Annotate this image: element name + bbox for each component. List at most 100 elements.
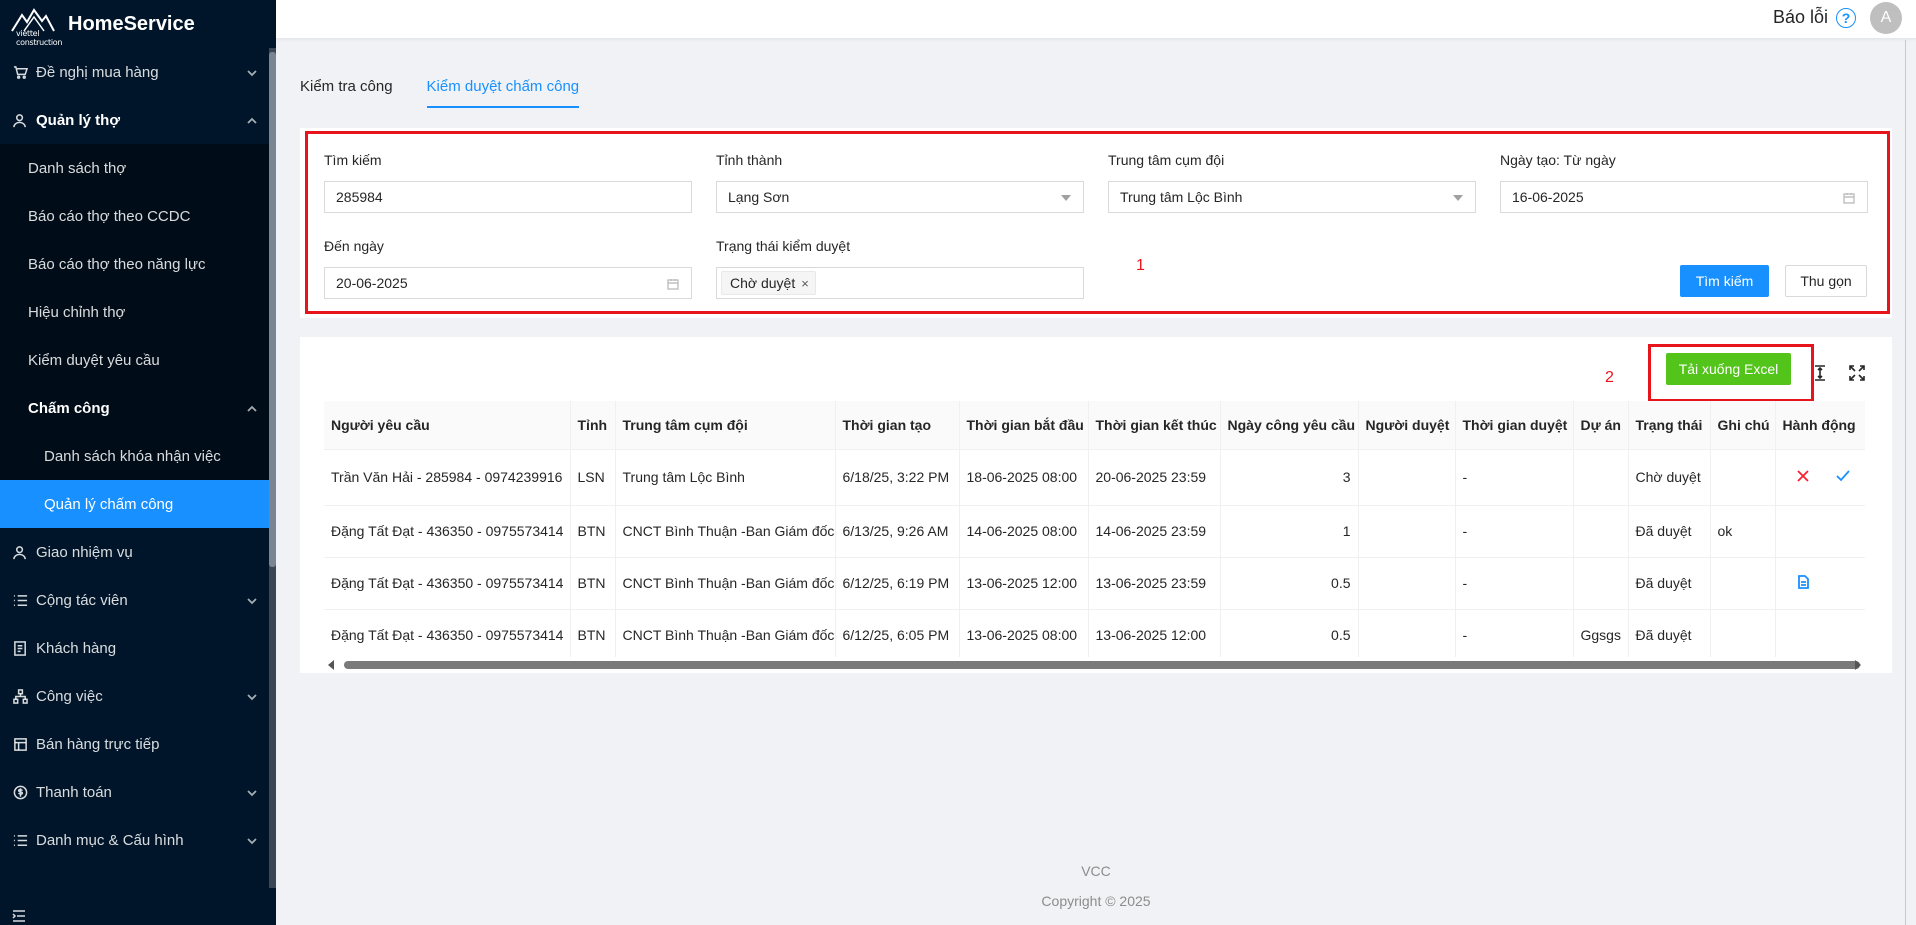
sidebar-item-customers[interactable]: Khách hàng [0,624,276,672]
cell-province: LSN [570,449,616,506]
tab-review-timekeeping[interactable]: Kiểm duyệt chấm công [426,60,579,110]
table-horizontal-scrollbar[interactable] [324,657,1865,671]
column-header[interactable]: Thời gian duyệt [1455,401,1574,450]
column-header[interactable]: Ngày công yêu cầu [1220,401,1359,450]
caret-down-icon [1453,195,1463,201]
sidebar-item-label: Giao nhiệm vụ [36,543,133,561]
from-date-picker[interactable]: 16-06-2025 [1500,181,1868,213]
sidebar-item-label: Cộng tác viên [36,591,128,609]
cart-icon [12,64,28,80]
sidebar-item-label: Khách hàng [36,639,117,657]
table-row[interactable]: Đặng Tất Đạt - 436350 - 0975573414 BTN C… [324,609,1865,657]
cell-created: 6/12/25, 6:05 PM [835,609,960,657]
column-header[interactable]: Ghi chú [1710,401,1776,450]
sidebar-item-label: Danh sách khóa nhận việc [44,447,221,465]
column-height-icon[interactable] [1812,365,1828,381]
sidebar-scrollbar-thumb[interactable] [269,52,276,567]
province-label: Tỉnh thành [716,152,783,168]
sidebar-item-direct-sales[interactable]: Bán hàng trực tiếp [0,720,276,768]
app-logo[interactable]: viettel construction HomeService [0,0,276,48]
worker-submenu: Danh sách thợ Báo cáo thợ theo CCDC Báo … [0,144,276,528]
status-multiselect[interactable]: Chờ duyệt × [716,267,1084,299]
column-header[interactable]: Thời gian kết thúc [1088,401,1221,450]
sidebar-item-jobs[interactable]: Công việc [0,672,276,720]
column-header[interactable]: Trạng thái [1628,401,1711,450]
column-header[interactable]: Thời gian bắt đầu [959,401,1089,450]
province-select[interactable]: Lạng Sơn [716,181,1084,213]
sidebar-item-collaborators[interactable]: Cộng tác viên [0,576,276,624]
user-icon [12,544,28,560]
cell-project: Ggsgs [1573,609,1629,657]
center-value: Trung tâm Lộc Bình [1120,189,1243,205]
chevron-up-icon [246,114,258,126]
sidebar-item-timekeeping-management[interactable]: Quản lý chấm công [0,480,276,528]
menu-fold-icon[interactable] [12,907,26,922]
cell-note [1710,609,1776,657]
cell-project [1573,505,1629,558]
scroll-left-icon[interactable] [328,660,334,670]
sidebar-item-worker-list[interactable]: Danh sách thợ [0,144,276,192]
chevron-down-icon [246,786,258,798]
keyword-input[interactable]: 285984 [324,181,692,213]
column-header[interactable]: Hành động [1775,401,1865,450]
cell-start: 14-06-2025 08:00 [959,505,1089,558]
collapse-button[interactable]: Thu gọn [1785,265,1867,297]
cell-approved-at: - [1455,505,1574,558]
table-row[interactable]: Trần Văn Hải - 285984 - 0974239916 LSN T… [324,449,1865,506]
close-icon[interactable]: × [801,276,809,291]
column-header[interactable]: Người duyệt [1358,401,1456,450]
sidebar-item-worker-adjust[interactable]: Hiệu chỉnh thợ [0,288,276,336]
center-label: Trung tâm cụm đội [1108,152,1225,168]
cell-status: Chờ duyệt [1628,449,1711,506]
sidebar-item-label: Báo cáo thợ theo năng lực [28,255,206,273]
province-value: Lạng Sơn [728,189,790,205]
table-row[interactable]: Đặng Tất Đạt - 436350 - 0975573414 BTN C… [324,557,1865,610]
sidebar-item-lock-list[interactable]: Danh sách khóa nhận việc [0,432,276,480]
center-select[interactable]: Trung tâm Lộc Bình [1108,181,1476,213]
to-date-picker[interactable]: 20-06-2025 [324,267,692,299]
approve-icon[interactable] [1835,468,1851,484]
sidebar-item-assign-task[interactable]: Giao nhiệm vụ [0,528,276,576]
chevron-down-icon [246,834,258,846]
cell-start: 18-06-2025 08:00 [959,449,1089,506]
avatar[interactable]: A [1870,2,1902,34]
province-field: Tỉnh thành Lạng Sơn [716,152,1084,213]
cell-actions [1775,557,1865,610]
to-date-label: Đến ngày [324,238,384,254]
sidebar-item-worker-report-ccdc[interactable]: Báo cáo thợ theo CCDC [0,192,276,240]
scroll-right-icon[interactable] [1855,660,1861,670]
scrollbar-thumb[interactable] [344,661,1860,669]
center-field: Trung tâm cụm đội Trung tâm Lộc Bình [1108,152,1476,213]
column-header[interactable]: Người yêu cầu [324,401,571,450]
tab-check-work[interactable]: Kiểm tra công [300,60,393,110]
fullscreen-icon[interactable] [1849,365,1865,381]
sidebar-item-purchase-request[interactable]: Đề nghị mua hàng [0,48,276,96]
cell-requester: Đặng Tất Đạt - 436350 - 0975573414 [324,609,571,657]
tab-bar: Kiểm tra công Kiểm duyệt chấm công [300,60,613,110]
cell-requester: Đặng Tất Đạt - 436350 - 0975573414 [324,505,571,558]
sidebar-item-request-review[interactable]: Kiểm duyệt yêu cầu [0,336,276,384]
sidebar-item-label: Hiệu chỉnh thợ [28,303,126,321]
sidebar-item-label: Chấm công [28,399,110,417]
sidebar-item-label: Báo cáo thợ theo CCDC [28,207,191,225]
report-bug-link[interactable]: Báo lỗi ? [1773,7,1856,28]
help-icon[interactable]: ? [1836,7,1856,28]
reject-icon[interactable] [1795,468,1811,484]
search-button[interactable]: Tìm kiếm [1680,265,1769,297]
sidebar-item-payment[interactable]: Thanh toán [0,768,276,816]
column-header[interactable]: Thời gian tạo [835,401,960,450]
annotation-marker-2: 2 [1605,369,1614,386]
sidebar-item-worker-report-capability[interactable]: Báo cáo thợ theo năng lực [0,240,276,288]
sidebar-item-worker-management[interactable]: Quản lý thợ [0,96,276,144]
sidebar-item-timekeeping[interactable]: Chấm công [0,384,276,432]
sidebar-item-catalog-config[interactable]: Danh mục & Cấu hình [0,816,276,864]
column-header[interactable]: Dự án [1573,401,1629,450]
file-icon[interactable] [1795,574,1811,590]
keyword-label: Tìm kiếm [324,152,382,168]
shop-icon [12,736,28,752]
table-row[interactable]: Đặng Tất Đạt - 436350 - 0975573414 BTN C… [324,505,1865,558]
from-date-label: Ngày tạo: Từ ngày [1500,152,1616,168]
column-header[interactable]: Tỉnh [570,401,616,450]
calendar-icon [667,277,679,290]
column-header[interactable]: Trung tâm cụm đội [615,401,836,450]
